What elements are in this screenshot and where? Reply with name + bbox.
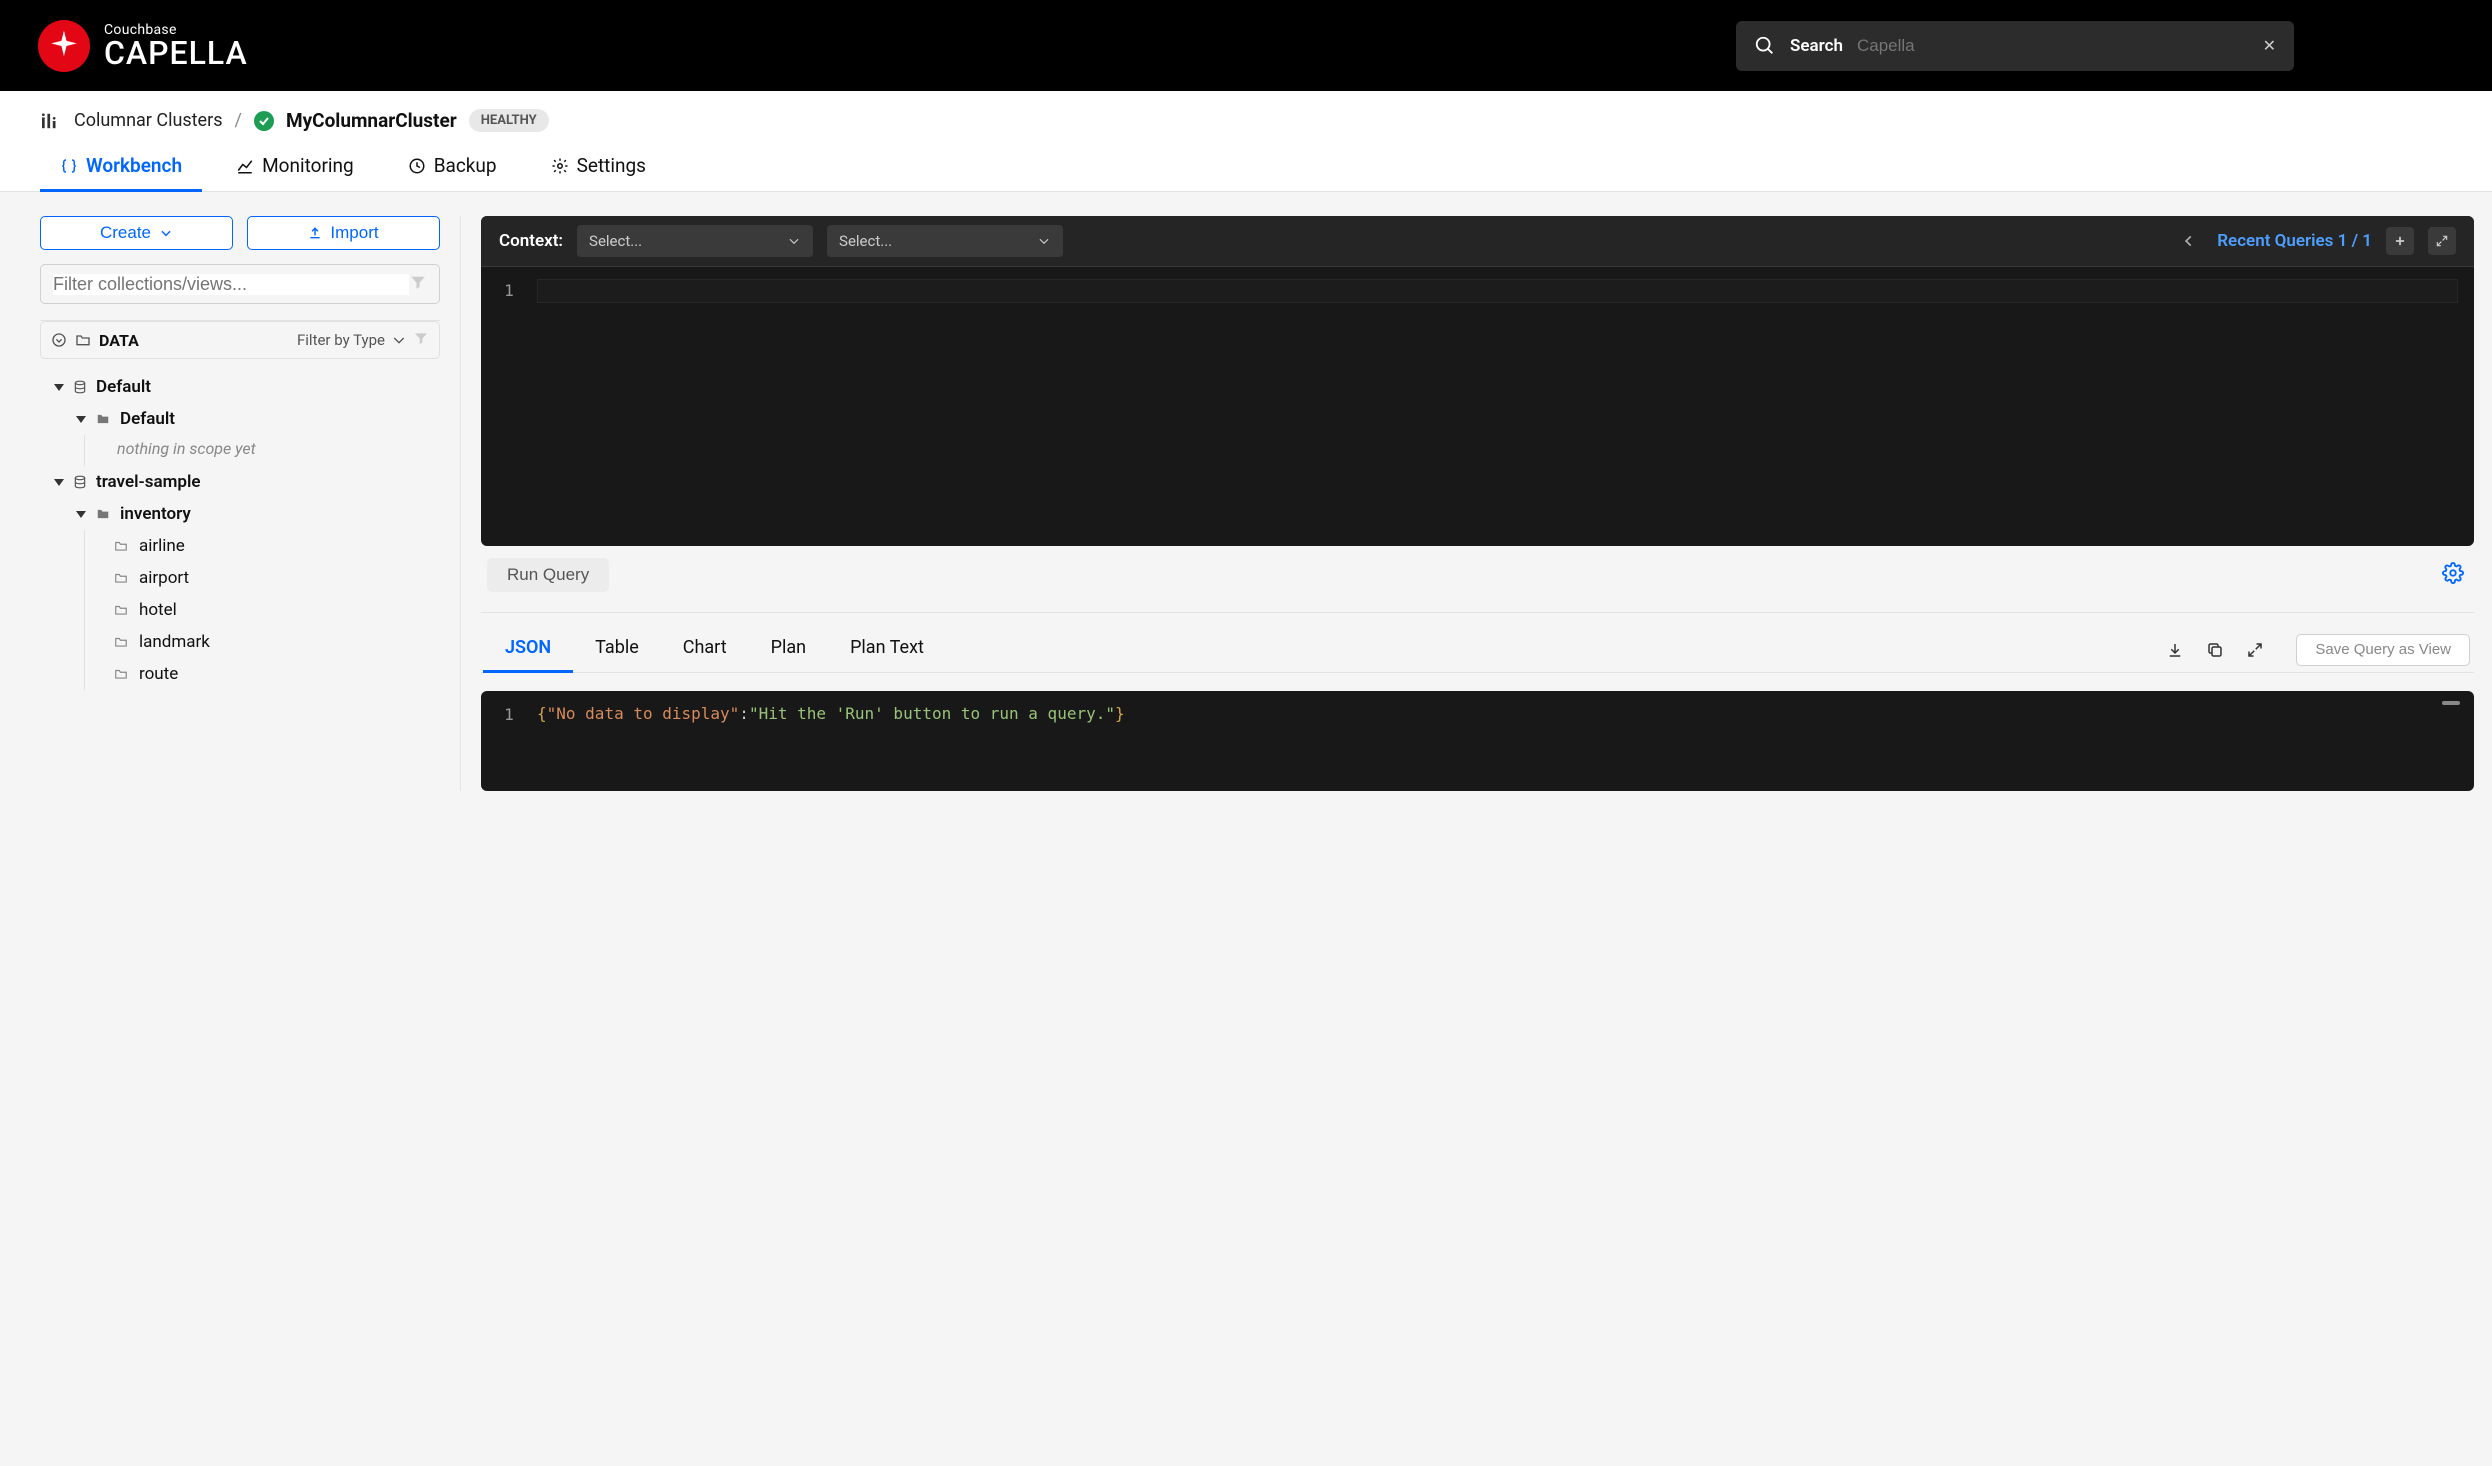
bucket-travel-sample[interactable]: travel-sample [54, 466, 440, 498]
expand-icon [2435, 234, 2449, 248]
caret-down-icon [76, 414, 86, 424]
result-tab-table[interactable]: Table [595, 627, 639, 672]
data-section-header[interactable]: DATA Filter by Type [40, 321, 440, 359]
result-line-number: 1 [481, 691, 537, 791]
recent-queries-link[interactable]: Recent Queries 1 / 1 [2217, 231, 2372, 251]
download-icon[interactable] [2166, 641, 2184, 659]
query-settings-button[interactable] [2442, 562, 2464, 588]
caret-down-icon [76, 509, 86, 519]
tab-settings[interactable]: Settings [551, 154, 646, 191]
clusters-icon [40, 112, 62, 130]
collection-airport[interactable]: airport [111, 562, 440, 594]
brand-title: CAPELLA [104, 37, 248, 69]
breadcrumb-root[interactable]: Columnar Clusters [74, 110, 223, 131]
global-search[interactable]: Search ✕ [1736, 21, 2294, 71]
workbench-main: Context: Select... Select... Recent Quer… [481, 216, 2474, 791]
tab-monitoring[interactable]: Monitoring [236, 154, 354, 191]
sidebar: Create Import DATA Filter by Type Defaul… [40, 216, 440, 791]
upload-icon [308, 226, 322, 240]
editor-toolbar: Context: Select... Select... Recent Quer… [481, 216, 2474, 266]
expand-editor-button[interactable] [2428, 227, 2456, 255]
folder-outline-icon [113, 571, 129, 585]
collection-route[interactable]: route [111, 658, 440, 690]
search-input[interactable] [1857, 36, 2276, 56]
folder-outline-icon [113, 539, 129, 553]
create-button[interactable]: Create [40, 216, 233, 250]
close-icon[interactable]: ✕ [2263, 36, 2276, 55]
folder-icon [94, 507, 112, 521]
chevron-down-icon[interactable] [391, 332, 407, 348]
folder-outline-icon [113, 603, 129, 617]
check-circle-icon [254, 111, 274, 131]
database-icon [72, 475, 88, 489]
bucket-default[interactable]: Default [54, 371, 440, 403]
empty-scope-label: nothing in scope yet [111, 435, 440, 466]
braces-icon [60, 157, 78, 175]
search-label: Search [1790, 36, 1843, 56]
database-icon [72, 380, 88, 394]
collection-airline[interactable]: airline [111, 530, 440, 562]
main-tabs: Workbench Monitoring Backup Settings [0, 132, 2492, 192]
scope-inventory[interactable]: inventory [76, 498, 440, 530]
import-button[interactable]: Import [247, 216, 440, 250]
chevron-down-circle-icon [51, 332, 67, 348]
brand-logo[interactable]: Couchbase CAPELLA [38, 20, 248, 72]
prev-query-button[interactable] [2175, 227, 2203, 255]
data-tree: Default Default nothing in scope yet tra… [40, 371, 440, 690]
context-label: Context: [499, 231, 563, 251]
result-tab-json[interactable]: JSON [505, 627, 551, 672]
top-bar: Couchbase CAPELLA Search ✕ [0, 0, 2492, 91]
collection-hotel[interactable]: hotel [111, 594, 440, 626]
query-editor: Context: Select... Select... Recent Quer… [481, 216, 2474, 546]
search-icon [1754, 35, 1776, 57]
context-select-1[interactable]: Select... [577, 225, 813, 257]
filter-icon[interactable] [413, 330, 429, 350]
result-tab-plan-text[interactable]: Plan Text [850, 627, 924, 672]
result-tab-plan[interactable]: Plan [771, 627, 806, 672]
gear-icon [2442, 562, 2464, 584]
filter-by-type[interactable]: Filter by Type [297, 331, 385, 349]
breadcrumb: Columnar Clusters / MyColumnarCluster HE… [0, 91, 2492, 132]
chart-line-icon [236, 157, 254, 175]
folder-icon [75, 332, 91, 348]
brand-sparkle-icon [38, 20, 90, 72]
result-output: 1 {"No data to display":"Hit the 'Run' b… [481, 691, 2474, 791]
status-badge: HEALTHY [469, 109, 549, 132]
chevron-down-icon [787, 234, 801, 248]
folder-icon [94, 412, 112, 426]
line-number: 1 [481, 267, 537, 546]
caret-down-icon [54, 382, 64, 392]
clock-icon [408, 157, 426, 175]
collection-landmark[interactable]: landmark [111, 626, 440, 658]
context-select-2[interactable]: Select... [827, 225, 1063, 257]
chevron-down-icon [1037, 234, 1051, 248]
breadcrumb-cluster-name[interactable]: MyColumnarCluster [286, 109, 457, 132]
folder-outline-icon [113, 667, 129, 681]
plus-icon [2393, 234, 2407, 248]
scope-default[interactable]: Default [76, 403, 440, 435]
code-editor[interactable]: 1 [481, 266, 2474, 546]
folder-outline-icon [113, 635, 129, 649]
gear-icon [551, 157, 569, 175]
resize-handle[interactable] [2442, 701, 2460, 705]
result-json: {"No data to display":"Hit the 'Run' but… [537, 691, 2474, 791]
save-query-as-view-button[interactable]: Save Query as View [2296, 634, 2470, 666]
expand-icon[interactable] [2246, 641, 2264, 659]
run-query-button[interactable]: Run Query [487, 558, 609, 592]
add-query-button[interactable] [2386, 227, 2414, 255]
tab-backup[interactable]: Backup [408, 154, 497, 191]
filter-icon[interactable] [409, 273, 427, 295]
tab-workbench[interactable]: Workbench [60, 154, 182, 191]
filter-collections-input[interactable] [40, 264, 440, 304]
caret-down-icon [54, 477, 64, 487]
result-tabs: JSON Table Chart Plan Plan Text Save Que… [481, 627, 2474, 673]
result-tab-chart[interactable]: Chart [683, 627, 727, 672]
copy-icon[interactable] [2206, 641, 2224, 659]
chevron-down-icon [159, 226, 173, 240]
